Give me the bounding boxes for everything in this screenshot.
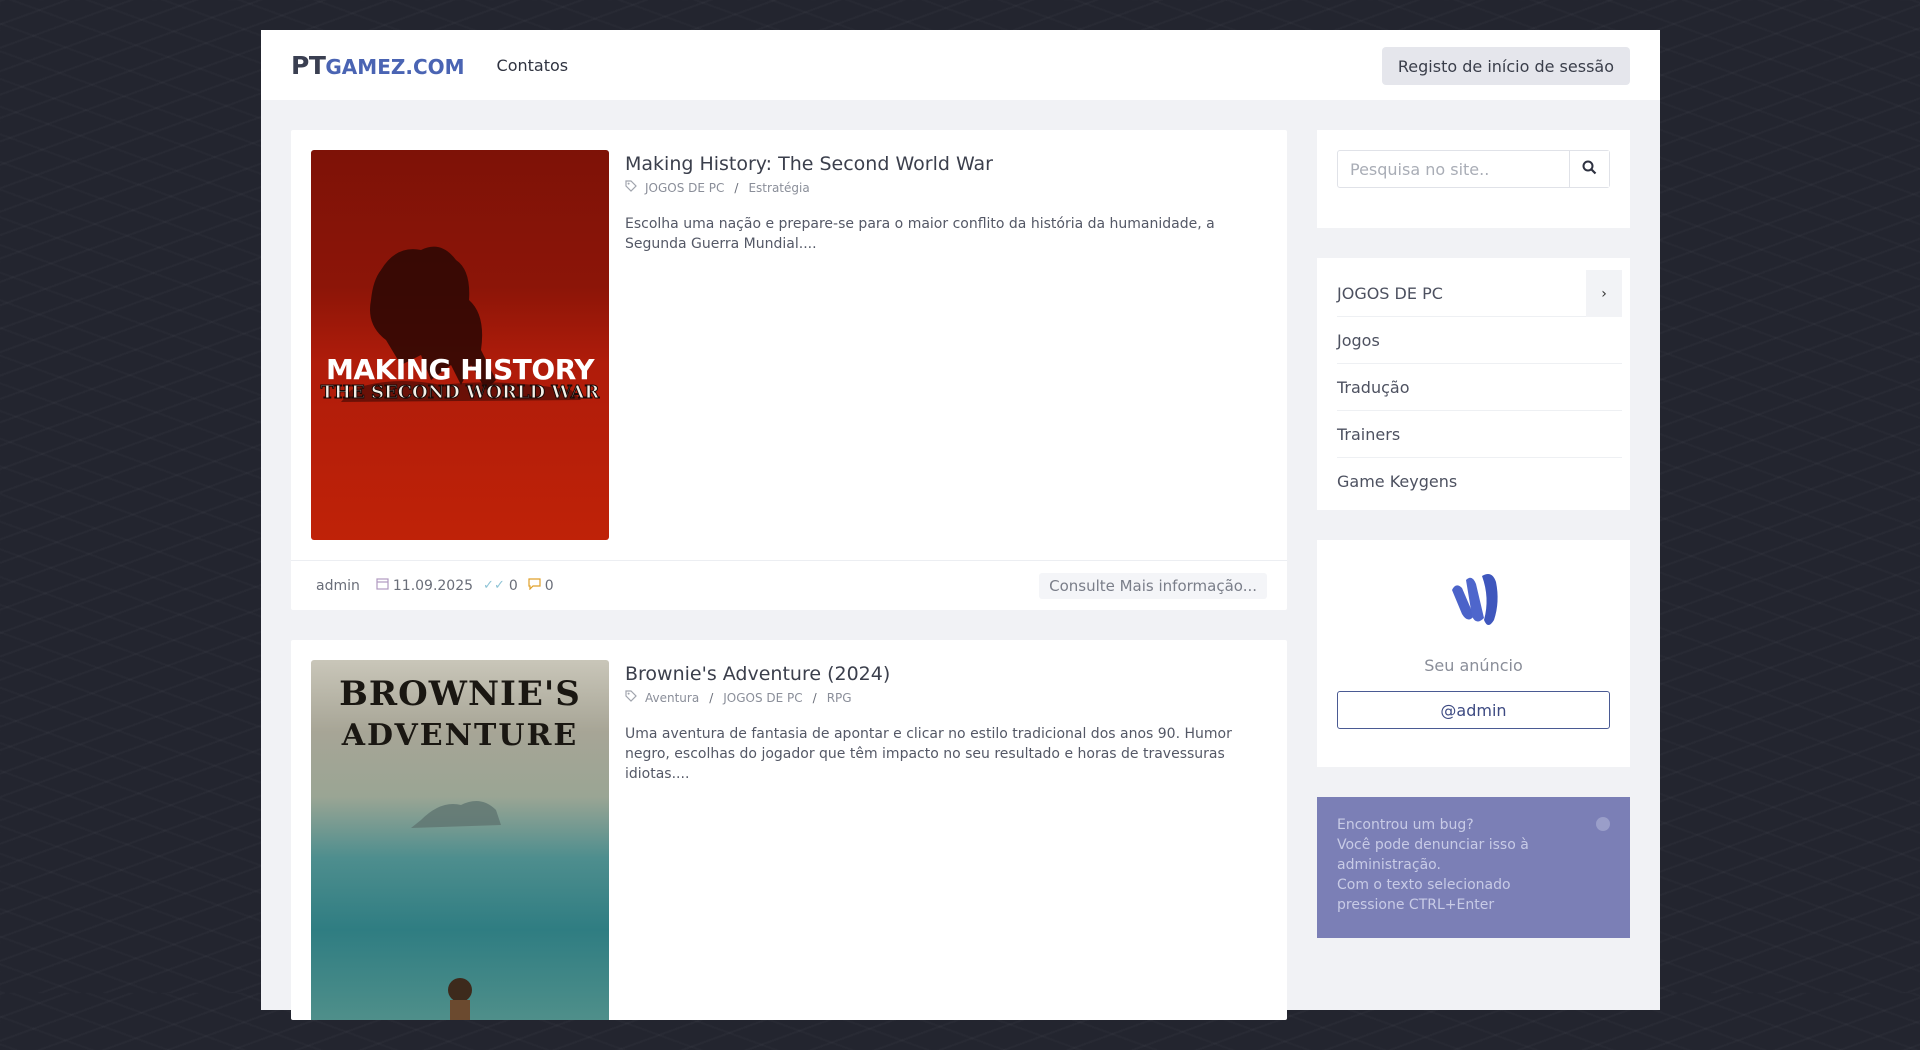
search-box — [1337, 150, 1610, 188]
category-link[interactable]: JOGOS DE PC — [723, 691, 802, 705]
logo-sub: GAMEZ.COM — [325, 54, 465, 79]
comment-icon — [528, 577, 541, 594]
post-likes: 0 — [508, 577, 518, 594]
post-card: BROWNIE'S ADVENTURE Brownie's Adventure … — [291, 640, 1287, 1020]
bug-line: Você pode denunciar isso à administração… — [1337, 837, 1529, 873]
bug-report-panel: Encontrou um bug? Você pode denunciar is… — [1317, 797, 1630, 938]
calendar-icon — [376, 577, 389, 594]
cover-subtitle-text: THE SECOND WORLD WAR — [320, 382, 600, 404]
post-cover-image[interactable]: BROWNIE'S ADVENTURE — [311, 660, 609, 1020]
island-illustration-icon — [411, 801, 501, 1020]
search-button[interactable] — [1569, 151, 1609, 187]
category-item-game-keygens[interactable]: Game Keygens — [1337, 458, 1622, 505]
check-icon: ✓✓ — [483, 578, 505, 593]
post-description: Uma aventura de fantasia de apontar e cl… — [625, 726, 1232, 782]
post-categories: JOGOS DE PC / Estratégia — [625, 180, 1267, 195]
post-author[interactable]: admin — [316, 578, 360, 594]
search-panel — [1317, 130, 1630, 228]
ad-panel: Seu anúncio @admin — [1317, 540, 1630, 767]
category-link[interactable]: JOGOS DE PC — [645, 181, 724, 195]
category-item-label: Jogos — [1337, 330, 1380, 350]
post-comments: 0 — [544, 577, 554, 594]
post-date: 11.09.2025 — [392, 577, 474, 594]
page-container: PTGAMEZ.COM Contatos Registo de início d… — [261, 30, 1660, 1020]
post-list: MAKING HISTORY THE SECOND WORLD WAR Maki… — [291, 130, 1287, 1050]
category-item-label: Game Keygens — [1337, 472, 1458, 491]
category-item-trainers[interactable]: Trainers — [1337, 411, 1622, 458]
post-footer: admin 11.09.2025 ✓✓ 0 0 Consulte Mais in… — [291, 560, 1287, 610]
post-title[interactable]: Making History: The Second World War — [625, 153, 1267, 175]
category-item-jogos[interactable]: Jogos — [1337, 317, 1622, 364]
category-item-traducao[interactable]: Tradução — [1337, 364, 1622, 411]
post-cover-image[interactable]: MAKING HISTORY THE SECOND WORLD WAR — [311, 150, 609, 540]
ad-logo-icon — [1337, 568, 1610, 636]
ad-label: Seu anúncio — [1424, 656, 1523, 675]
category-link[interactable]: RPG — [827, 691, 852, 705]
tag-icon — [625, 180, 637, 195]
post-description: Escolha uma nação e prepare-se para o ma… — [625, 216, 1215, 252]
site-header: PTGAMEZ.COM Contatos Registo de início d… — [261, 30, 1660, 100]
logo-main: PT — [291, 50, 326, 80]
category-link[interactable]: Aventura — [645, 691, 699, 705]
post-title[interactable]: Brownie's Adventure (2024) — [625, 663, 1267, 685]
close-icon[interactable] — [1596, 817, 1610, 831]
ad-contact-button[interactable]: @admin — [1337, 691, 1610, 729]
category-item-label: JOGOS DE PC — [1337, 283, 1443, 303]
category-menu: JOGOS DE PC › Jogos Tradução Trainers Ga… — [1317, 258, 1630, 510]
tag-icon — [625, 690, 637, 705]
category-link[interactable]: Estratégia — [748, 181, 809, 195]
search-icon — [1582, 160, 1597, 179]
category-item-label: Tradução — [1337, 377, 1410, 397]
chevron-right-icon[interactable]: › — [1586, 270, 1622, 317]
bug-line: Com o texto selecionado pressione CTRL+E… — [1337, 877, 1511, 913]
category-item-label: Trainers — [1337, 424, 1401, 444]
sidebar: JOGOS DE PC › Jogos Tradução Trainers Ga… — [1317, 130, 1630, 968]
post-categories: Aventura / JOGOS DE PC / RPG — [625, 690, 1267, 705]
soldier-silhouette-icon — [341, 246, 581, 402]
search-input[interactable] — [1338, 151, 1569, 187]
read-more-button[interactable]: Consulte Mais informação... — [1039, 573, 1267, 599]
nav-contacts-link[interactable]: Contatos — [497, 56, 569, 75]
site-logo[interactable]: PTGAMEZ.COM — [291, 51, 465, 80]
bug-line: Encontrou um bug? — [1337, 817, 1474, 833]
post-card: MAKING HISTORY THE SECOND WORLD WAR Maki… — [291, 130, 1287, 610]
login-button[interactable]: Registo de início de sessão — [1381, 47, 1630, 85]
category-item-jogos-de-pc[interactable]: JOGOS DE PC › — [1337, 270, 1622, 317]
